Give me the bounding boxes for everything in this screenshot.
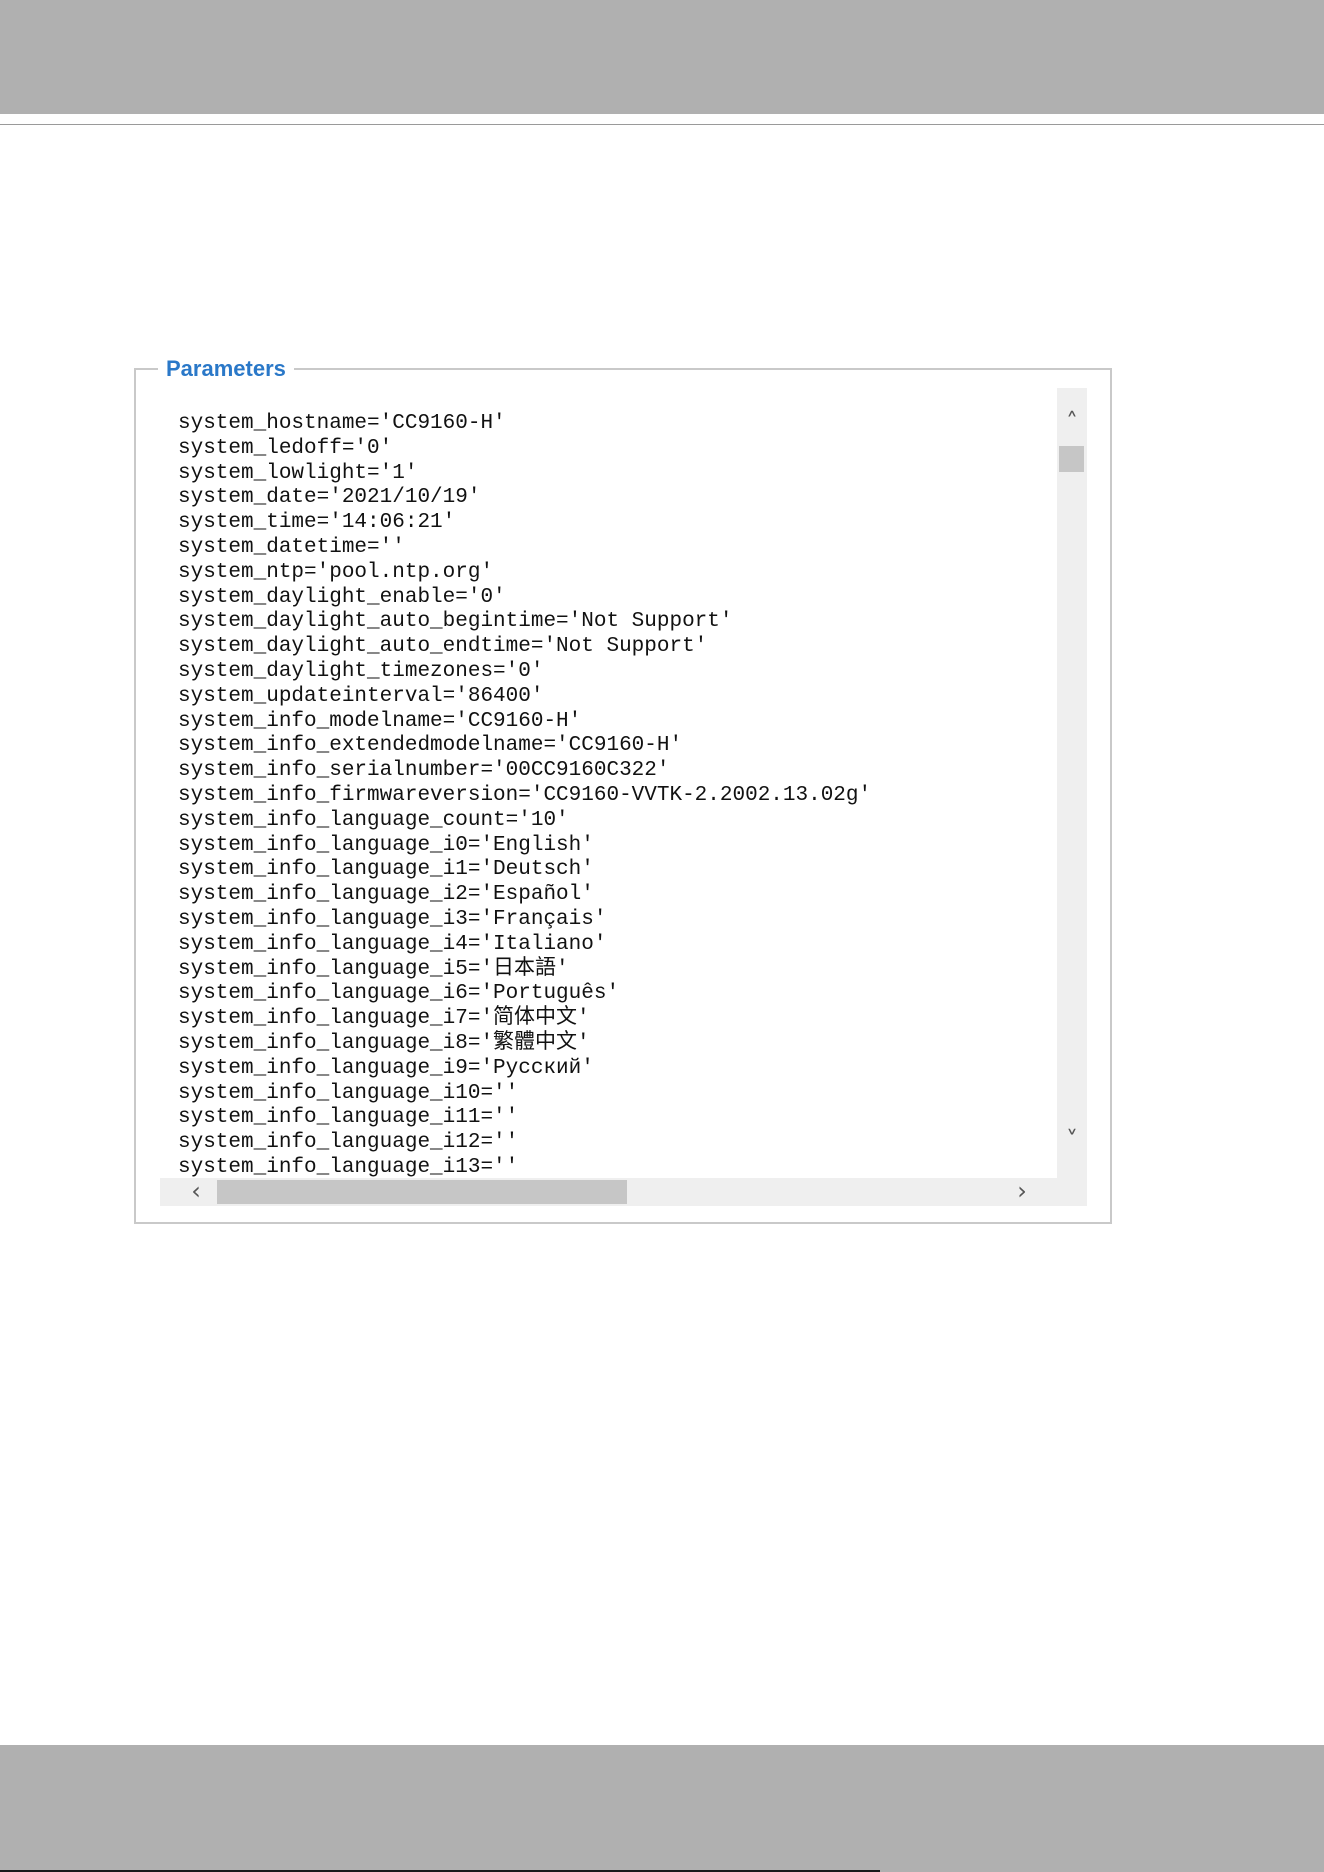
parameter-line: system_date='2021/10/19'	[178, 486, 481, 510]
parameter-line: system_info_language_count='10'	[178, 808, 569, 832]
parameter-line: system_info_language_i10=''	[178, 1081, 519, 1105]
parameter-line: system_daylight_auto_begintime='Not Supp…	[178, 610, 733, 634]
document-page: Parameters system_hostname='CC9160-H' sys…	[0, 0, 1324, 1872]
parameter-line: system_time='14:06:21'	[178, 511, 456, 535]
parameter-line: system_info_language_i11=''	[178, 1106, 519, 1130]
parameters-legend: Parameters	[166, 356, 286, 381]
vertical-scrollbar-thumb[interactable]	[1059, 446, 1084, 472]
vertical-scrollbar[interactable]: ˄ ˅	[1057, 388, 1087, 1178]
header-divider	[0, 124, 1324, 125]
parameter-line: system_info_language_i7='简体中文'	[178, 1007, 590, 1031]
chevron-left-icon[interactable]: ‹	[182, 1179, 210, 1206]
parameters-scroll-area[interactable]: system_hostname='CC9160-H' system_ledoff=…	[160, 388, 1087, 1206]
parameter-line: system_info_extendedmodelname='CC9160-H'	[178, 734, 683, 758]
parameter-line: system_info_language_i5='日本語'	[178, 957, 569, 981]
parameter-line: system_info_language_i8='繁體中文'	[178, 1031, 590, 1055]
parameter-line: system_info_language_i6='Português'	[178, 982, 620, 1006]
parameter-line: system_ledoff='0'	[178, 436, 393, 460]
parameter-line: system_info_language_i0='English'	[178, 833, 594, 857]
parameter-line: system_info_language_i3='Français'	[178, 907, 607, 931]
parameter-line: system_info_language_i4='Italiano'	[178, 932, 607, 956]
parameter-line: system_info_language_i2='Español'	[178, 883, 594, 907]
parameter-line: system_info_language_i13=''	[178, 1155, 519, 1178]
horizontal-scrollbar[interactable]: ‹ ›	[160, 1178, 1087, 1206]
parameter-line: system_daylight_timezones='0'	[178, 659, 544, 683]
parameter-line: system_info_language_i12=''	[178, 1131, 519, 1155]
chevron-right-icon[interactable]: ›	[1008, 1179, 1036, 1206]
parameter-line: system_updateinterval='86400'	[178, 684, 544, 708]
parameter-line: system_info_language_i9='Русский'	[178, 1056, 594, 1080]
parameter-line: system_datetime=''	[178, 535, 405, 559]
parameter-line: system_daylight_enable='0'	[178, 585, 506, 609]
parameter-line: system_info_firmwareversion='CC9160-VVTK…	[178, 783, 872, 807]
footer-band	[0, 1745, 1324, 1872]
parameter-line: system_lowlight='1'	[178, 461, 418, 485]
parameter-line: system_info_language_i1='Deutsch'	[178, 858, 594, 882]
chevron-up-icon[interactable]: ˄	[1058, 410, 1086, 438]
parameter-line: system_hostname='CC9160-H'	[178, 412, 506, 435]
parameter-line: system_info_serialnumber='00CC9160C322'	[178, 759, 670, 783]
parameter-line: system_ntp='pool.ntp.org'	[178, 560, 494, 584]
parameters-list: system_hostname='CC9160-H' system_ledoff=…	[178, 412, 1058, 1178]
chevron-down-icon[interactable]: ˅	[1058, 1128, 1086, 1156]
parameter-line: system_daylight_auto_endtime='Not Suppor…	[178, 635, 708, 659]
horizontal-scrollbar-thumb[interactable]	[217, 1180, 627, 1204]
parameter-line: system_info_modelname='CC9160-H'	[178, 709, 582, 733]
header-band	[0, 0, 1324, 114]
